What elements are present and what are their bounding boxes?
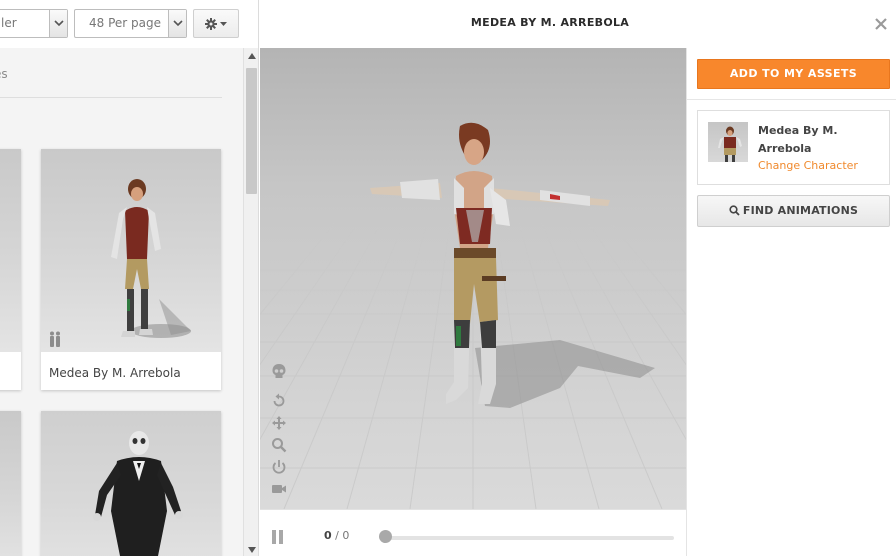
page-title: MEDEA BY M. ARREBOLA [470,16,630,29]
gear-icon [205,18,227,30]
timeline-handle[interactable] [379,530,392,543]
scrollbar-thumb[interactable] [246,68,257,194]
frame-separator: / [335,529,339,542]
selected-character-box: Medea By M. Arrebola Change Character [697,110,890,185]
find-animations-label: FIND ANIMATIONS [742,204,859,217]
camera-icon[interactable] [271,481,287,497]
scroll-up-icon[interactable] [248,53,256,59]
browser-scrollbar[interactable] [243,48,258,556]
browser-toolbar: ler 48 Per page [0,0,258,48]
character-card[interactable] [0,149,21,390]
change-character-link[interactable]: Change Character [758,159,858,172]
character-card[interactable] [41,411,221,556]
app-root: ler 48 Per page s Medea By M. Arrebola M… [0,0,896,556]
character-browser-panel: ler 48 Per page s Medea By M. Arrebola [0,0,259,556]
character-thumbnail [41,149,221,352]
character-thumbnail [41,411,221,556]
chevron-down-icon [168,10,186,37]
character-sidebar: ADD TO MY ASSETS Medea By M. Arrebola Ch… [686,48,896,556]
character-name: Medea By M. Arrebola [758,124,838,155]
pan-icon[interactable] [271,415,287,431]
add-to-my-assets-button[interactable]: ADD TO MY ASSETS [697,59,890,89]
filter-label: es [0,67,8,81]
character-thumbnail [708,122,748,162]
power-icon[interactable] [271,459,287,475]
chevron-down-icon [49,10,67,37]
timeline-track[interactable] [380,536,674,540]
sort-select[interactable]: ler [0,9,68,38]
per-page-select[interactable]: 48 Per page [74,9,187,38]
preview-header: MEDEA BY M. ARREBOLA [260,0,896,48]
3d-viewport[interactable] [260,48,686,509]
reset-icon[interactable] [271,393,287,409]
settings-dropdown-button[interactable] [193,9,239,38]
find-animations-button[interactable]: FIND ANIMATIONS [697,195,890,227]
per-page-select-value: 48 Per page [89,16,161,30]
close-icon[interactable] [875,18,887,30]
character-thumbnail [0,411,21,556]
frame-total: 0 [342,529,350,542]
sort-select-value: ler [1,16,17,30]
pause-icon[interactable] [272,530,284,544]
character-thumbnail [0,149,21,352]
search-icon [729,205,740,216]
filter-row: es [0,62,222,98]
character-3d-model [260,48,686,509]
frame-counter: 0 / 0 [324,529,349,542]
character-card[interactable]: Medea By M. Arrebola [41,149,221,390]
people-icon [50,331,60,347]
animation-playbar: 0 / 0 [260,509,686,556]
zoom-icon[interactable] [271,437,287,453]
divider [687,99,896,100]
skull-icon[interactable] [271,363,287,379]
character-card-title: Medea By M. Arrebola [49,366,181,380]
frame-current: 0 [324,529,332,542]
character-card[interactable] [0,411,21,556]
scroll-down-icon[interactable] [248,547,256,553]
